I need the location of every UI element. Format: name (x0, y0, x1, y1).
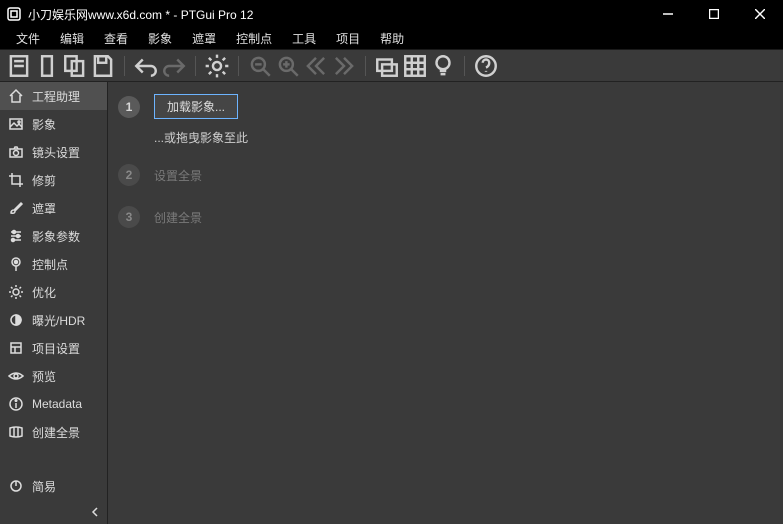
menu-edit[interactable]: 编辑 (52, 28, 92, 49)
sidebar-item-5[interactable]: 影象参数 (0, 222, 107, 250)
exposure-icon (8, 312, 24, 328)
skip-back-icon[interactable] (303, 53, 329, 79)
menu-controlpoints[interactable]: 控制点 (228, 28, 280, 49)
settings-icon[interactable] (204, 53, 230, 79)
home-icon (8, 88, 24, 104)
sidebar-item-label: 遮罩 (32, 200, 56, 217)
sidebar-item-2[interactable]: 镜头设置 (0, 138, 107, 166)
close-button[interactable] (737, 0, 783, 28)
layers-icon[interactable] (374, 53, 400, 79)
sidebar-item-label: 工程助理 (32, 88, 80, 105)
maximize-button[interactable] (691, 0, 737, 28)
sidebar-item-6[interactable]: 控制点 (0, 250, 107, 278)
drag-hint: ...或拖曳影象至此 (154, 129, 773, 146)
menu-project[interactable]: 项目 (328, 28, 368, 49)
sidebar-item-label: 创建全景 (32, 424, 80, 441)
sidebar-item-11[interactable]: Metadata (0, 390, 107, 418)
sidebar-item-4[interactable]: 遮罩 (0, 194, 107, 222)
menu-help[interactable]: 帮助 (372, 28, 412, 49)
sidebar-item-label: 修剪 (32, 172, 56, 189)
menu-mask[interactable]: 遮罩 (184, 28, 224, 49)
sidebar-collapse-button[interactable] (0, 500, 107, 524)
sidebar-item-1[interactable]: 影象 (0, 110, 107, 138)
menubar: 文件 编辑 查看 影象 遮罩 控制点 工具 项目 帮助 (0, 28, 783, 50)
copy-icon[interactable] (62, 53, 88, 79)
menu-file[interactable]: 文件 (8, 28, 48, 49)
sidebar-item-label: 简易 (32, 478, 56, 495)
sliders-icon (8, 228, 24, 244)
sidebar-item-label: 预览 (32, 368, 56, 385)
sidebar-mode-simple[interactable]: 简易 (0, 472, 107, 500)
sidebar-item-label: 曝光/HDR (32, 312, 85, 329)
app-icon (6, 6, 22, 22)
sidebar-item-0[interactable]: 工程助理 (0, 82, 107, 110)
step-number: 1 (118, 96, 140, 118)
brush-icon (8, 200, 24, 216)
sidebar-item-label: 项目设置 (32, 340, 80, 357)
step-label: 创建全景 (154, 209, 202, 226)
crop-icon (8, 172, 24, 188)
sidebar-item-label: 影象参数 (32, 228, 80, 245)
redo-icon[interactable] (161, 53, 187, 79)
power-icon (8, 478, 24, 494)
camera-icon (8, 144, 24, 160)
step-label: 设置全景 (154, 167, 202, 184)
toolbar-separator (238, 56, 239, 76)
settings2-icon (8, 340, 24, 356)
menu-view[interactable]: 查看 (96, 28, 136, 49)
titlebar: 小刀娱乐网www.x6d.com * - PTGui Pro 12 (0, 0, 783, 28)
menu-tools[interactable]: 工具 (284, 28, 324, 49)
sidebar-item-label: 影象 (32, 116, 56, 133)
info-icon (8, 396, 24, 412)
sidebar-item-label: Metadata (32, 397, 82, 411)
toolbar (0, 50, 783, 82)
step-number: 3 (118, 206, 140, 228)
sidebar-item-3[interactable]: 修剪 (0, 166, 107, 194)
new-icon[interactable] (6, 53, 32, 79)
step-2: 2 设置全景 (118, 164, 773, 186)
toolbar-separator (365, 56, 366, 76)
step-1: 1 加载影象... (118, 94, 773, 119)
toolbar-separator (124, 56, 125, 76)
sidebar-item-label: 优化 (32, 284, 56, 301)
grid-icon[interactable] (402, 53, 428, 79)
sidebar-item-12[interactable]: 创建全景 (0, 418, 107, 446)
pano-icon (8, 424, 24, 440)
sidebar-item-7[interactable]: 优化 (0, 278, 107, 306)
open-icon[interactable] (34, 53, 60, 79)
window-title: 小刀娱乐网www.x6d.com * - PTGui Pro 12 (28, 6, 645, 23)
step-3: 3 创建全景 (118, 206, 773, 228)
toolbar-separator (195, 56, 196, 76)
zoom-in-icon[interactable] (275, 53, 301, 79)
image-icon (8, 116, 24, 132)
sidebar-item-label: 控制点 (32, 256, 68, 273)
bulb-icon[interactable] (430, 53, 456, 79)
toolbar-separator (464, 56, 465, 76)
sidebar-item-label: 镜头设置 (32, 144, 80, 161)
sidebar-item-9[interactable]: 项目设置 (0, 334, 107, 362)
pin-icon (8, 256, 24, 272)
sidebar-item-8[interactable]: 曝光/HDR (0, 306, 107, 334)
minimize-button[interactable] (645, 0, 691, 28)
help-icon[interactable] (473, 53, 499, 79)
menu-image[interactable]: 影象 (140, 28, 180, 49)
sidebar: 工程助理影象镜头设置修剪遮罩影象参数控制点优化曝光/HDR 项目设置预览 Metad… (0, 82, 108, 524)
skip-forward-icon[interactable] (331, 53, 357, 79)
zoom-out-icon[interactable] (247, 53, 273, 79)
main-panel: 1 加载影象... ...或拖曳影象至此 2 设置全景 3 创建全景 (108, 82, 783, 524)
load-images-button[interactable]: 加载影象... (154, 94, 238, 119)
save-icon[interactable] (90, 53, 116, 79)
step-number: 2 (118, 164, 140, 186)
sun-icon (8, 284, 24, 300)
sidebar-item-10[interactable]: 预览 (0, 362, 107, 390)
eye-icon (8, 368, 24, 384)
undo-icon[interactable] (133, 53, 159, 79)
